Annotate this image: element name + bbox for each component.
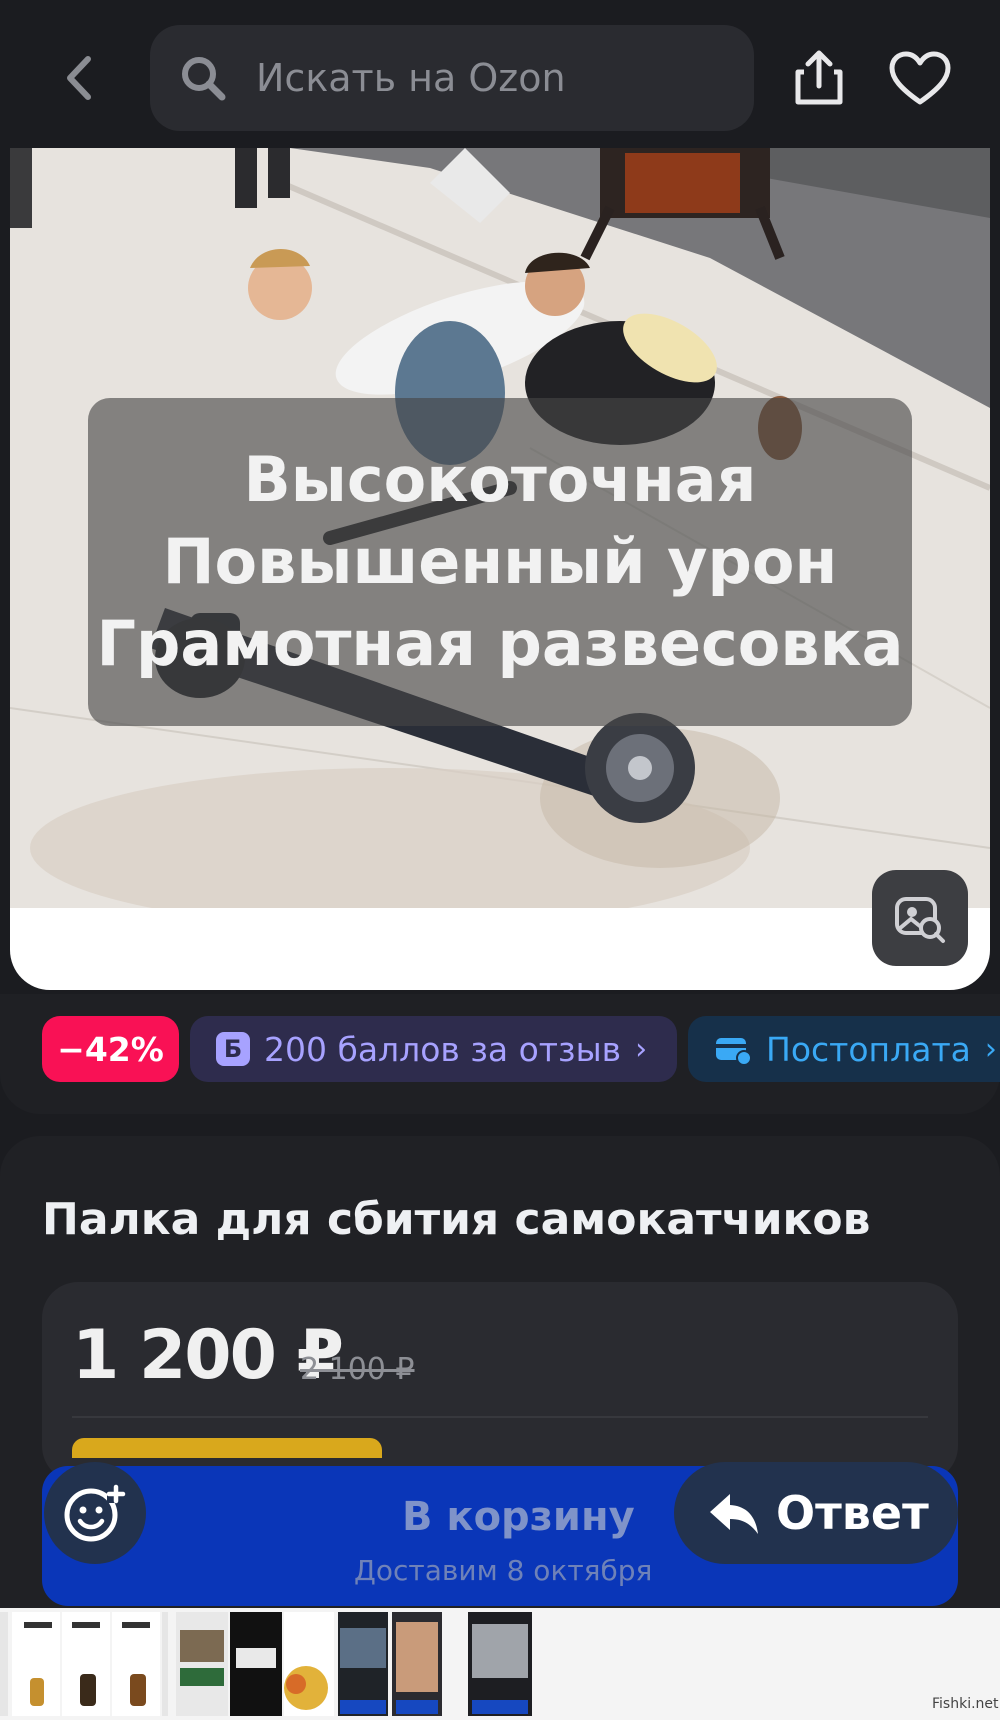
- add-reaction-button[interactable]: [44, 1462, 146, 1564]
- chevron-right-icon: ›: [635, 1031, 648, 1067]
- back-button[interactable]: [58, 50, 98, 106]
- divider: [72, 1416, 928, 1418]
- smiley-plus-icon: [64, 1484, 126, 1542]
- old-price: 2 100 ₽: [300, 1352, 415, 1387]
- postpay-label: Постоплата: [766, 1029, 971, 1069]
- image-caption: Высокоточная Повышенный урон Грамотная р…: [88, 398, 912, 726]
- chevron-left-icon: [67, 56, 91, 100]
- favorite-button[interactable]: [888, 50, 952, 108]
- top-bar: Искать на Ozon: [0, 0, 1000, 150]
- search-input[interactable]: Искать на Ozon: [150, 25, 754, 131]
- discount-badge: −42%: [42, 1016, 179, 1082]
- caption-line-2: Повышенный урон: [162, 525, 838, 598]
- watermark: Fishki.net: [932, 1696, 999, 1712]
- image-search-icon: [895, 897, 945, 943]
- product-image-card[interactable]: Высокоточная Повышенный урон Грамотная р…: [10, 148, 990, 990]
- delivery-date: Доставим 8 октября: [354, 1554, 653, 1587]
- share-icon: [795, 50, 843, 105]
- heart-icon: [889, 51, 951, 105]
- product-title: Палка для сбития самокатчиков: [42, 1194, 871, 1245]
- points-icon: Б: [216, 1032, 250, 1066]
- cart-label: В корзину: [402, 1494, 635, 1540]
- promo-strip: [72, 1438, 382, 1458]
- search-icon: [182, 57, 226, 101]
- badge-row: −42% Б 200 баллов за отзыв › Постоплата …: [0, 994, 1000, 1114]
- thumbnail-strip: [0, 1608, 1000, 1720]
- wallet-icon: [716, 1038, 752, 1064]
- thumbnail-strip-graphic: [0, 1612, 532, 1716]
- search-placeholder: Искать на Ozon: [256, 56, 566, 100]
- visual-search-button[interactable]: [872, 870, 968, 966]
- chevron-right-icon: ›: [984, 1031, 997, 1067]
- reply-label: Ответ: [776, 1486, 929, 1540]
- postpay-badge[interactable]: Постоплата ›: [688, 1016, 1000, 1082]
- reply-arrow-icon: [710, 1494, 758, 1534]
- share-button[interactable]: [790, 48, 848, 108]
- caption-line-1: Высокоточная: [243, 443, 757, 516]
- review-points-badge[interactable]: Б 200 баллов за отзыв ›: [190, 1016, 677, 1082]
- review-points-label: 200 баллов за отзыв: [264, 1029, 622, 1069]
- caption-line-3: Грамотная развесовка: [96, 607, 904, 680]
- reply-button[interactable]: Ответ: [674, 1462, 958, 1564]
